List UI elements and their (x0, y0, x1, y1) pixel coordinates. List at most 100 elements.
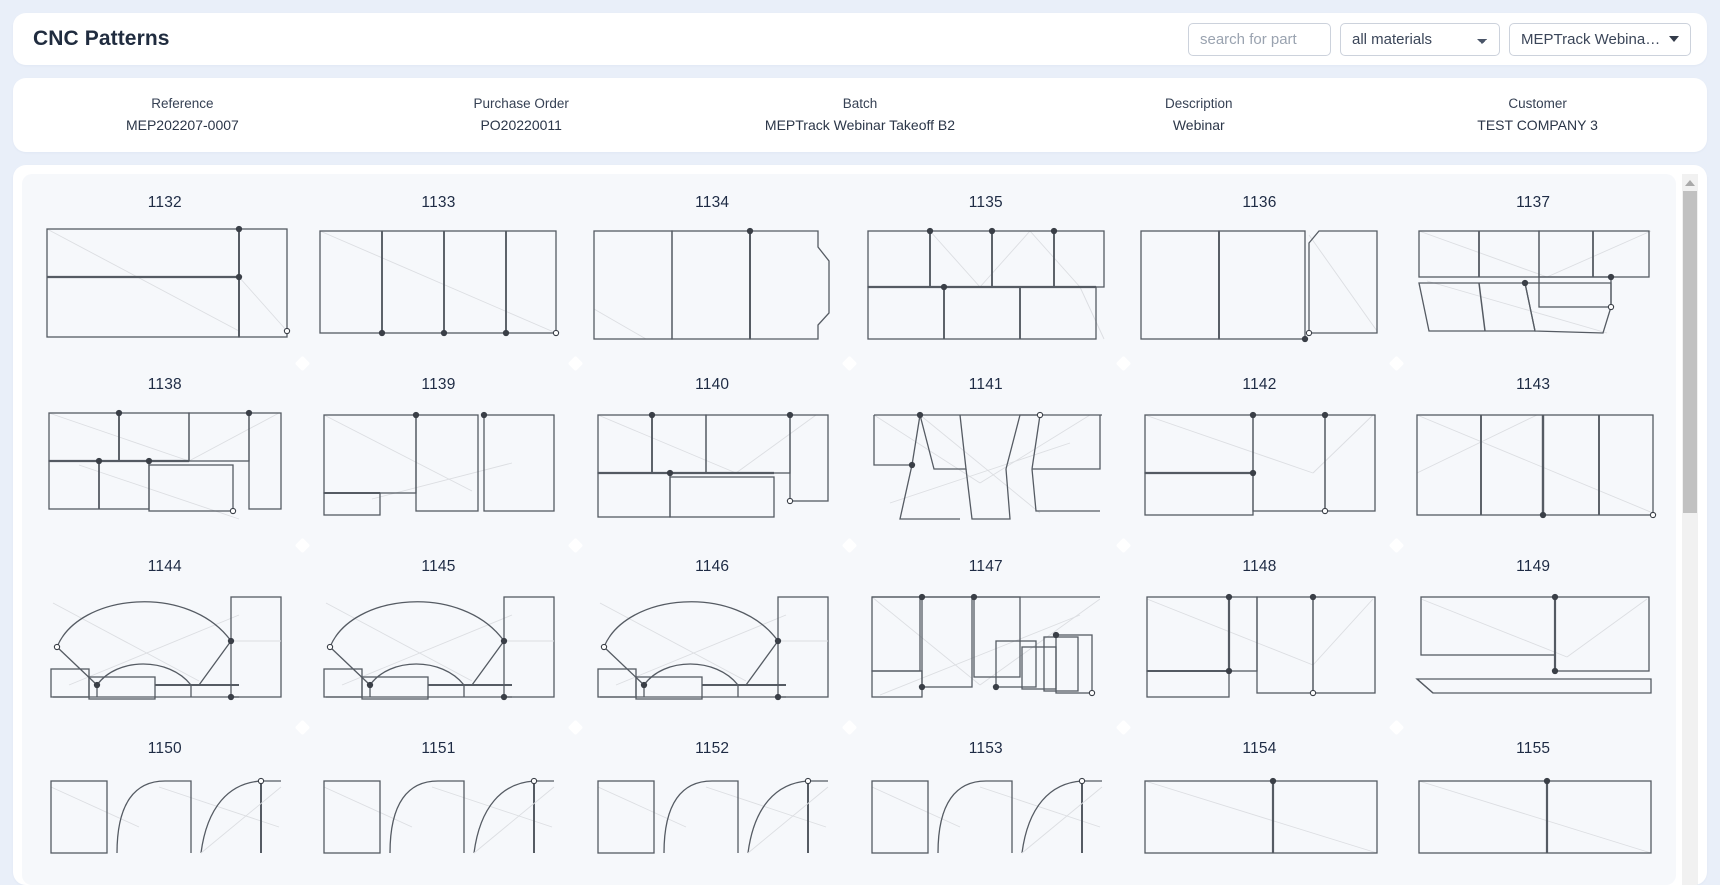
pattern-label: 1136 (1242, 194, 1276, 212)
scrollbar-thumb[interactable] (1683, 191, 1697, 513)
job-info-bar: Reference MEP202207-0007Purchase Order PO2… (13, 78, 1707, 152)
pattern-drawing[interactable] (302, 767, 576, 885)
search-input[interactable] (1188, 23, 1331, 56)
pattern-drawing[interactable] (575, 585, 849, 711)
cnc-patterns-app: CNC Patterns all materials MEPTrack Webi… (0, 0, 1720, 885)
patterns-container: 1132 1133 1134 1135 1136 1137 1138 1139 1140 1141… (13, 165, 1707, 885)
chevron-down-icon (1669, 36, 1679, 42)
pattern-card[interactable]: 1153 (849, 728, 1123, 885)
top-bar-controls: all materials MEPTrack Webinar Tak... (1188, 23, 1691, 56)
page-title: CNC Patterns (33, 27, 170, 51)
pattern-drawing[interactable] (1123, 585, 1397, 711)
batch-dropdown[interactable]: MEPTrack Webinar Tak... (1509, 23, 1691, 56)
pattern-label: 1140 (695, 376, 729, 394)
pattern-label: 1143 (1516, 376, 1550, 394)
pattern-label: 1153 (969, 740, 1003, 758)
pattern-card[interactable]: 1138 (28, 364, 302, 546)
pattern-card[interactable]: 1142 (1123, 364, 1397, 546)
pattern-card[interactable]: 1147 (849, 546, 1123, 728)
pattern-card[interactable]: 1149 (1396, 546, 1670, 728)
pattern-label: 1134 (695, 194, 729, 212)
pattern-drawing[interactable] (28, 221, 302, 347)
pattern-card[interactable]: 1148 (1123, 546, 1397, 728)
pattern-drawing[interactable] (28, 767, 302, 885)
info-field-value: PO20220011 (352, 117, 691, 133)
pattern-card[interactable]: 1132 (28, 182, 302, 364)
info-field: Purchase Order PO20220011 (352, 96, 691, 133)
scroll-up-arrow-icon[interactable] (1682, 174, 1698, 191)
pattern-label: 1149 (1516, 558, 1550, 576)
pattern-drawing[interactable] (1396, 403, 1670, 529)
info-field-label: Customer (1368, 96, 1707, 111)
top-bar: CNC Patterns all materials MEPTrack Webi… (13, 13, 1707, 65)
vertical-scrollbar[interactable] (1682, 174, 1698, 885)
info-field-value: TEST COMPANY 3 (1368, 117, 1707, 133)
pattern-drawing[interactable] (1123, 767, 1397, 885)
pattern-drawing[interactable] (849, 767, 1123, 885)
pattern-label: 1132 (148, 194, 182, 212)
info-field: Customer TEST COMPANY 3 (1368, 96, 1707, 133)
pattern-label: 1150 (148, 740, 182, 758)
pattern-card[interactable]: 1145 (302, 546, 576, 728)
pattern-label: 1152 (695, 740, 729, 758)
pattern-drawing[interactable] (28, 403, 302, 529)
pattern-drawing[interactable] (302, 221, 576, 347)
pattern-label: 1141 (969, 376, 1003, 394)
pattern-card[interactable]: 1135 (849, 182, 1123, 364)
pattern-label: 1138 (148, 376, 182, 394)
pattern-drawing[interactable] (302, 403, 576, 529)
pattern-card[interactable]: 1152 (575, 728, 849, 885)
pattern-drawing[interactable] (849, 403, 1123, 529)
material-filter-select[interactable]: all materials (1340, 23, 1500, 56)
pattern-label: 1151 (421, 740, 455, 758)
pattern-drawing[interactable] (575, 767, 849, 885)
pattern-card[interactable]: 1150 (28, 728, 302, 885)
pattern-label: 1148 (1242, 558, 1276, 576)
pattern-drawing[interactable] (28, 585, 302, 711)
pattern-card[interactable]: 1155 (1396, 728, 1670, 885)
info-field-value: MEPTrack Webinar Takeoff B2 (691, 117, 1030, 133)
pattern-drawing[interactable] (1123, 221, 1397, 347)
patterns-panel: 1132 1133 1134 1135 1136 1137 1138 1139 1140 1141… (22, 174, 1676, 885)
pattern-drawing[interactable] (302, 585, 576, 711)
pattern-drawing[interactable] (1396, 221, 1670, 347)
batch-dropdown-label: MEPTrack Webinar Tak... (1521, 31, 1663, 48)
pattern-drawing[interactable] (1396, 585, 1670, 711)
pattern-drawing[interactable] (575, 403, 849, 529)
pattern-label: 1155 (1516, 740, 1550, 758)
pattern-card[interactable]: 1144 (28, 546, 302, 728)
pattern-card[interactable]: 1143 (1396, 364, 1670, 546)
pattern-label: 1133 (421, 194, 455, 212)
pattern-card[interactable]: 1139 (302, 364, 576, 546)
pattern-card[interactable]: 1134 (575, 182, 849, 364)
info-field-label: Batch (691, 96, 1030, 111)
pattern-card[interactable]: 1136 (1123, 182, 1397, 364)
info-field-value: MEP202207-0007 (13, 117, 352, 133)
pattern-card[interactable]: 1133 (302, 182, 576, 364)
info-field-label: Purchase Order (352, 96, 691, 111)
info-field: DescriptionWebinar (1029, 96, 1368, 133)
pattern-label: 1142 (1242, 376, 1276, 394)
pattern-label: 1144 (148, 558, 182, 576)
pattern-label: 1146 (695, 558, 729, 576)
pattern-drawing[interactable] (1396, 767, 1670, 885)
pattern-drawing[interactable] (575, 221, 849, 347)
info-field-label: Reference (13, 96, 352, 111)
info-field: Reference MEP202207-0007 (13, 96, 352, 133)
pattern-card[interactable]: 1146 (575, 546, 849, 728)
pattern-label: 1139 (421, 376, 455, 394)
pattern-label: 1145 (421, 558, 455, 576)
pattern-drawing[interactable] (849, 585, 1123, 711)
pattern-card[interactable]: 1154 (1123, 728, 1397, 885)
info-field-value: Webinar (1029, 117, 1368, 133)
pattern-drawing[interactable] (1123, 403, 1397, 529)
pattern-card[interactable]: 1141 (849, 364, 1123, 546)
pattern-label: 1137 (1516, 194, 1550, 212)
info-field: Batch MEPTrack Webinar Takeoff B2 (691, 96, 1030, 133)
pattern-card[interactable]: 1140 (575, 364, 849, 546)
pattern-card[interactable]: 1137 (1396, 182, 1670, 364)
pattern-label: 1147 (969, 558, 1003, 576)
pattern-drawing[interactable] (849, 221, 1123, 347)
pattern-label: 1154 (1242, 740, 1276, 758)
pattern-card[interactable]: 1151 (302, 728, 576, 885)
